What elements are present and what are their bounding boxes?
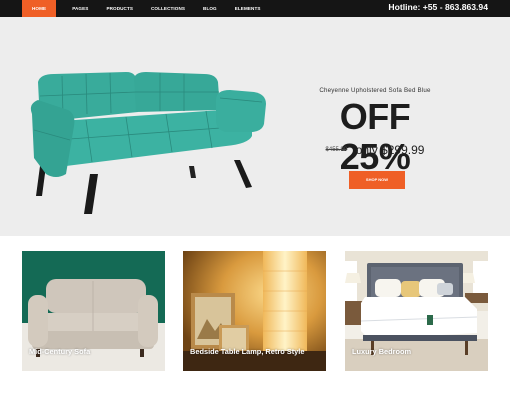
category-label: Bedside Table Lamp, Retro Style (190, 347, 305, 356)
category-card-bedside-lamp[interactable]: Bedside Table Lamp, Retro Style (183, 251, 326, 371)
old-price: $455.99 (325, 146, 348, 153)
new-price: only $299.99 (355, 142, 425, 157)
hero-banner: Cheyenne Upholstered Sofa Bed Blue OFF 2… (0, 17, 510, 236)
nav-item-home[interactable]: Home (22, 0, 57, 17)
nav-item-elements[interactable]: Elements (229, 0, 267, 17)
nav-item-products[interactable]: Products (100, 0, 139, 17)
hero-title: OFF 25% (339, 96, 411, 177)
nav-item-collections[interactable]: Collections (145, 0, 191, 17)
category-label: Mid-Century Sofa (29, 347, 91, 356)
nav-item-blog[interactable]: Blog (197, 0, 223, 17)
category-label: Luxury Bedroom (352, 347, 412, 356)
category-card-mid-century-sofa[interactable]: Mid-Century Sofa (22, 251, 165, 371)
main-nav: Home Pages Products Collections Blog Ele… (22, 0, 273, 17)
nav-item-pages[interactable]: Pages (66, 0, 94, 17)
sofa-image (30, 72, 266, 214)
hotline-text: Hotline: +55 - 863.863.94 (388, 2, 488, 12)
shop-now-button[interactable]: SHOP NOW (349, 171, 405, 189)
category-card-luxury-bedroom[interactable]: Luxury Bedroom (345, 251, 488, 371)
hero-price: $455.99 only $299.99 (300, 141, 450, 159)
hero-subtitle: Cheyenne Upholstered Sofa Bed Blue (319, 87, 431, 94)
top-navbar: Home Pages Products Collections Blog Ele… (0, 0, 510, 17)
